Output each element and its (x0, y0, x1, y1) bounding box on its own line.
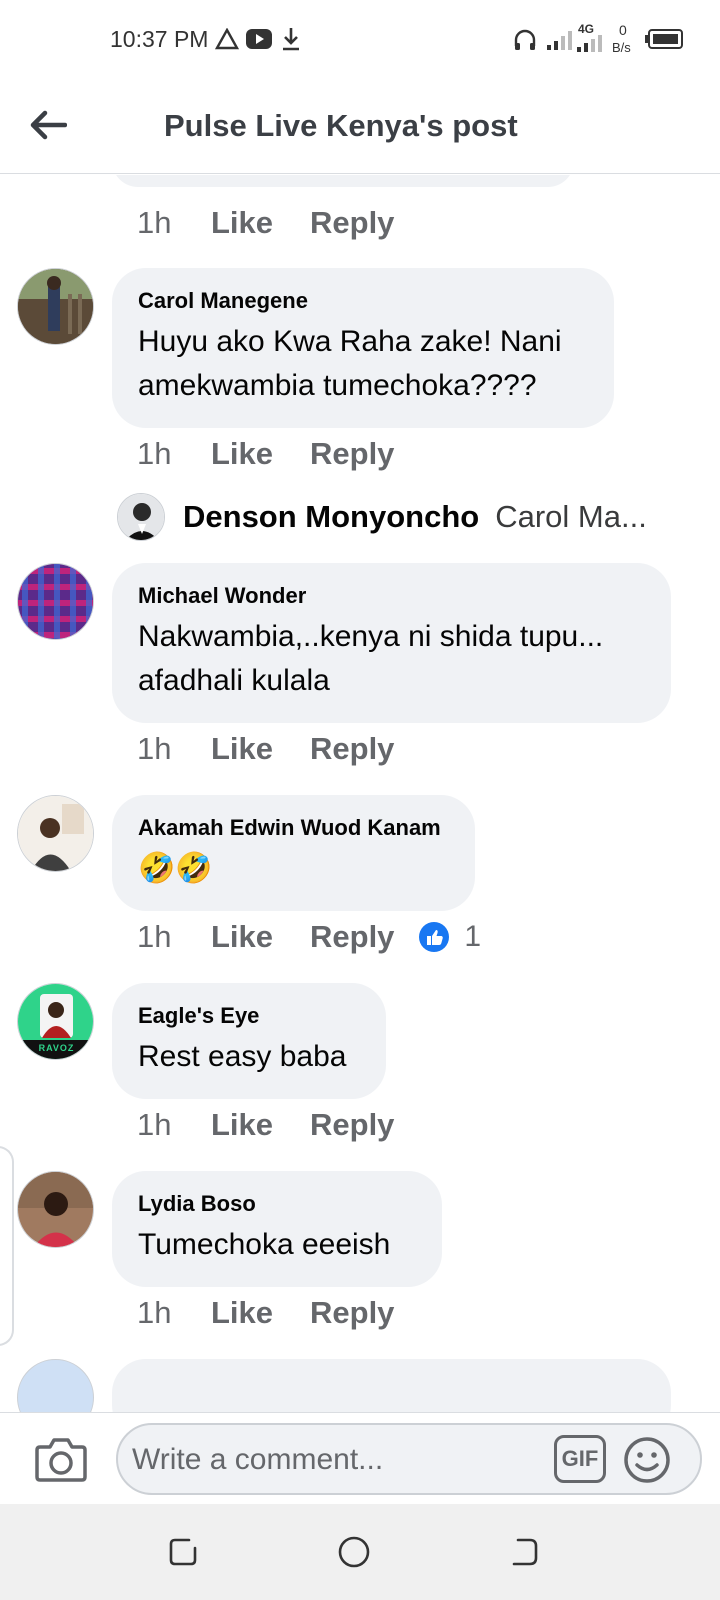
youtube-icon (246, 29, 272, 49)
comment-composer: Write a comment... GIF (0, 1412, 720, 1504)
data-speed-unit: B/s (612, 40, 631, 55)
previous-comment-actions: 1h Like Reply (137, 205, 394, 241)
comment-actions: 1h Like Reply (137, 731, 394, 767)
comment-bubble[interactable]: Michael Wonder Nakwambia,..kenya ni shid… (112, 563, 671, 723)
comment-bubble[interactable] (112, 1359, 671, 1412)
avatar[interactable] (17, 1359, 94, 1412)
system-nav-bar (0, 1504, 720, 1600)
comment-bubble[interactable]: Akamah Edwin Wuod Kanam 🤣🤣 (112, 795, 475, 911)
comment-bubble[interactable]: Lydia Boso Tumechoka eeeish (112, 1171, 442, 1287)
back-arrow-icon (30, 110, 67, 140)
comment-text: Rest easy baba (138, 1040, 347, 1073)
comment-time: 1h (137, 436, 172, 471)
like-button[interactable]: Like (211, 436, 310, 472)
reply-button[interactable]: Reply (310, 205, 394, 241)
avatar[interactable] (17, 795, 94, 872)
comments-feed[interactable]: 1h Like Reply Carol Manegene Huyu ako Kw… (0, 175, 720, 1412)
reply-button[interactable]: Reply (310, 1295, 394, 1331)
comment-time: 1h (137, 731, 172, 766)
reply-preview[interactable]: Denson Monyoncho Carol Ma... (117, 493, 647, 541)
comment-time: 1h (137, 205, 172, 240)
signal-4g-icon (577, 35, 602, 52)
reaction-count: 1 (464, 920, 482, 953)
comment-actions: 1h Like Reply (137, 1107, 394, 1143)
reply-button[interactable]: Reply (310, 436, 394, 472)
comment-author[interactable]: Akamah Edwin Wuod Kanam (138, 815, 451, 841)
comment-text: Nakwambia,..kenya ni shida tupu... (138, 620, 604, 653)
status-time: 10:37 PM (110, 26, 209, 52)
reply-author: Denson Monyoncho (183, 499, 480, 534)
reply-snippet: Carol Ma... (495, 499, 647, 534)
home-icon (338, 1536, 370, 1568)
emoji-button[interactable] (622, 1435, 672, 1485)
emoji-icon (624, 1437, 670, 1483)
comment-actions: 1h Like Reply 1 (137, 919, 481, 955)
back-nav-button[interactable] (503, 1532, 545, 1572)
avatar[interactable] (17, 268, 94, 345)
status-bar: 10:37 PM 4G 0 B/s (0, 0, 720, 80)
edge-panel-handle[interactable] (0, 1146, 14, 1346)
comment-text: afadhali kulala (138, 664, 330, 697)
comment-time: 1h (137, 919, 172, 954)
back-nav-icon (512, 1538, 538, 1566)
avatar[interactable] (17, 1171, 94, 1248)
comment-placeholder: Write a comment... (132, 1443, 384, 1476)
headset-icon (514, 29, 536, 50)
like-button[interactable]: Like (211, 919, 310, 955)
gif-button[interactable]: GIF (554, 1435, 606, 1483)
recent-apps-icon (169, 1538, 197, 1566)
reply-button[interactable]: Reply (310, 1107, 394, 1143)
comment-time: 1h (137, 1107, 172, 1142)
signal-icon (547, 31, 572, 50)
camera-icon (35, 1438, 87, 1482)
like-reaction-icon (419, 922, 450, 952)
back-button[interactable] (22, 100, 74, 150)
comment-bubble[interactable]: Carol Manegene Huyu ako Kwa Raha zake! N… (112, 268, 614, 428)
avatar[interactable]: RAVOZ (17, 983, 94, 1060)
download-icon (283, 28, 299, 51)
comment-author[interactable]: Lydia Boso (138, 1191, 418, 1217)
comment-text: Huyu ako Kwa Raha zake! Nani (138, 325, 562, 358)
comment-actions: 1h Like Reply (137, 1295, 394, 1331)
camera-button[interactable] (34, 1435, 88, 1483)
comment-author[interactable]: Michael Wonder (138, 583, 647, 609)
comment-text: 🤣🤣 (138, 851, 213, 886)
avatar (117, 493, 165, 541)
comment-text: Tumechoka eeeish (138, 1228, 391, 1261)
comment-text: amekwambia tumechoka???? (138, 369, 537, 402)
reply-button[interactable]: Reply (310, 919, 394, 955)
comment-author[interactable]: Carol Manegene (138, 288, 590, 314)
like-button[interactable]: Like (211, 731, 310, 767)
battery-icon (645, 29, 683, 49)
recent-apps-button[interactable] (162, 1532, 204, 1572)
app-header: Pulse Live Kenya's post (0, 80, 720, 174)
comment-author[interactable]: Eagle's Eye (138, 1003, 362, 1029)
comment-time: 1h (137, 1295, 172, 1330)
page-title: Pulse Live Kenya's post (164, 108, 518, 143)
like-button[interactable]: Like (211, 1107, 310, 1143)
avatar-caption: RAVOZ (38, 1043, 75, 1053)
home-button[interactable] (333, 1532, 375, 1572)
previous-comment-bubble (112, 175, 574, 187)
comment-bubble[interactable]: Eagle's Eye Rest easy baba (112, 983, 386, 1099)
comment-actions: 1h Like Reply (137, 436, 394, 472)
comment-input[interactable]: Write a comment... GIF (116, 1423, 702, 1495)
alert-triangle-icon (215, 28, 239, 50)
reply-button[interactable]: Reply (310, 731, 394, 767)
avatar[interactable] (17, 563, 94, 640)
reaction-summary[interactable]: 1 (418, 920, 481, 954)
data-speed-value: 0 (619, 22, 627, 38)
like-button[interactable]: Like (211, 1295, 310, 1331)
like-button[interactable]: Like (211, 205, 310, 241)
